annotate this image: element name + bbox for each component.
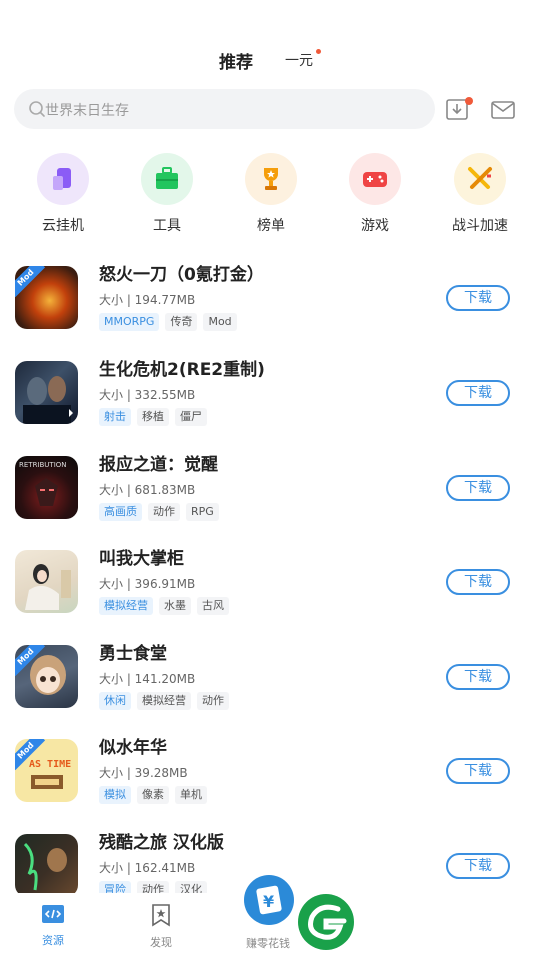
nav-discover[interactable]: 发现	[126, 903, 196, 950]
icon-wordmark: RETRIBUTION	[19, 461, 67, 469]
yen-card-icon: ¥	[256, 885, 282, 915]
download-badge-dot	[465, 97, 473, 105]
app-icon: AS TIME Mod	[15, 739, 78, 802]
bookmark-star-icon	[152, 904, 170, 927]
icon-wordmark: AS TIME	[29, 759, 71, 770]
app-name: 生化危机2(RE2重制)	[99, 360, 265, 380]
mail-icon[interactable]	[490, 99, 516, 121]
tag-list: 模拟 像素 单机	[99, 786, 207, 804]
app-size: 大小 | 396.91MB	[99, 577, 196, 591]
nav-earn-label: 赚零花钱	[246, 937, 290, 950]
nav-label: 发现	[150, 936, 172, 949]
tag[interactable]: 单机	[175, 786, 207, 804]
category-rankings[interactable]: 榜单	[231, 153, 311, 235]
crossed-swords-icon	[454, 153, 506, 205]
category-label: 游戏	[361, 218, 389, 234]
app-size: 大小 | 162.41MB	[99, 861, 196, 875]
app-name: 勇士食堂	[99, 644, 167, 664]
tag-list: MMORPG 传奇 Mod	[99, 313, 237, 331]
tag[interactable]: 高画质	[99, 503, 142, 521]
category-row: 云挂机 工具 榜单 游戏 战斗加速	[0, 153, 540, 243]
trophy-icon	[245, 153, 297, 205]
tag-list: 模拟经营 水墨 古风	[99, 597, 229, 615]
app-size: 大小 | 194.77MB	[99, 293, 196, 307]
app-size: 大小 | 39.28MB	[99, 766, 188, 780]
app-icon: Mod	[15, 645, 78, 708]
tag[interactable]: 动作	[148, 503, 180, 521]
tag[interactable]: 模拟	[99, 786, 131, 804]
app-name: 怒火一刀（0氪打金）	[99, 265, 264, 285]
list-item[interactable]: 生化危机2(RE2重制) 大小 | 332.55MB 射击 移植 僵尸 下载	[0, 360, 540, 451]
app-icon: Mod	[15, 266, 78, 329]
category-tools[interactable]: 工具	[127, 153, 207, 235]
list-item[interactable]: RETRIBUTION 报应之道：觉醒 大小 | 681.83MB 高画质 动作…	[0, 455, 540, 546]
tag[interactable]: MMORPG	[99, 313, 160, 331]
app-icon: RETRIBUTION	[15, 456, 78, 519]
category-games[interactable]: 游戏	[335, 153, 415, 235]
list-item[interactable]: Mod 勇士食堂 大小 | 141.20MB 休闲 模拟经营 动作 下载	[0, 644, 540, 735]
category-label: 工具	[153, 218, 181, 234]
category-cloud-hosting[interactable]: 云挂机	[23, 153, 103, 235]
tag[interactable]: 传奇	[165, 313, 198, 331]
download-button[interactable]: 下载	[446, 758, 510, 784]
tag[interactable]: RPG	[186, 503, 219, 521]
app-name: 残酷之旅 汉化版	[99, 833, 224, 853]
download-button[interactable]: 下载	[446, 475, 510, 501]
app-size: 大小 | 332.55MB	[99, 388, 196, 402]
app-name: 报应之道：觉醒	[99, 455, 218, 475]
cloud-phone-icon	[37, 153, 89, 205]
code-window-icon	[42, 905, 64, 923]
category-battle-boost[interactable]: 战斗加速	[440, 153, 520, 235]
tag[interactable]: 水墨	[159, 597, 191, 615]
tag[interactable]: 模拟经营	[137, 692, 191, 710]
brand-logo-icon	[298, 894, 354, 950]
mod-badge: Mod	[15, 266, 46, 298]
tag-list: 高画质 动作 RPG	[99, 503, 219, 521]
download-button[interactable]: 下载	[446, 664, 510, 690]
list-item[interactable]: AS TIME Mod 似水年华 大小 | 39.28MB 模拟 像素 单机 下…	[0, 738, 540, 829]
tag-list: 休闲 模拟经营 动作	[99, 692, 229, 710]
tab-one-yuan[interactable]: 一元	[285, 50, 313, 70]
notification-dot	[316, 49, 321, 54]
category-label: 云挂机	[42, 218, 84, 234]
category-label: 战斗加速	[452, 218, 508, 234]
download-button[interactable]: 下载	[446, 380, 510, 406]
tag[interactable]: 动作	[197, 692, 229, 710]
search-bar[interactable]: 世界末日生存	[14, 89, 435, 129]
app-name: 似水年华	[99, 738, 167, 758]
tag[interactable]: Mod	[203, 313, 237, 331]
search-placeholder: 世界末日生存	[45, 103, 129, 119]
download-button[interactable]: 下载	[446, 569, 510, 595]
category-label: 榜单	[257, 218, 285, 234]
tag[interactable]: 古风	[197, 597, 229, 615]
app-size: 大小 | 681.83MB	[99, 483, 196, 497]
nav-resources[interactable]: 资源	[18, 903, 88, 948]
svg-text:¥: ¥	[263, 892, 274, 911]
toolbox-icon	[141, 153, 193, 205]
list-item[interactable]: Mod 怒火一刀（0氪打金） 大小 | 194.77MB MMORPG 传奇 M…	[0, 265, 540, 356]
app-icon	[15, 834, 78, 897]
download-button[interactable]: 下载	[446, 285, 510, 311]
tag[interactable]: 射击	[99, 408, 131, 426]
tag[interactable]: 模拟经营	[99, 597, 153, 615]
tag[interactable]: 休闲	[99, 692, 131, 710]
tag-list: 射击 移植 僵尸	[99, 408, 207, 426]
app-name: 叫我大掌柜	[99, 549, 184, 569]
tag[interactable]: 像素	[137, 786, 169, 804]
app-icon	[15, 550, 78, 613]
search-icon	[29, 101, 45, 117]
list-item[interactable]: 叫我大掌柜 大小 | 396.91MB 模拟经营 水墨 古风 下载	[0, 549, 540, 640]
tab-recommend[interactable]: 推荐	[219, 48, 253, 73]
earn-money-button[interactable]: ¥	[244, 875, 294, 925]
top-tabs: 推荐 一元	[0, 40, 540, 76]
nav-label: 资源	[42, 934, 64, 947]
download-button[interactable]: 下载	[446, 853, 510, 879]
gamepad-icon	[349, 153, 401, 205]
app-size: 大小 | 141.20MB	[99, 672, 196, 686]
tag[interactable]: 僵尸	[175, 408, 207, 426]
app-icon	[15, 361, 78, 424]
tag[interactable]: 移植	[137, 408, 169, 426]
